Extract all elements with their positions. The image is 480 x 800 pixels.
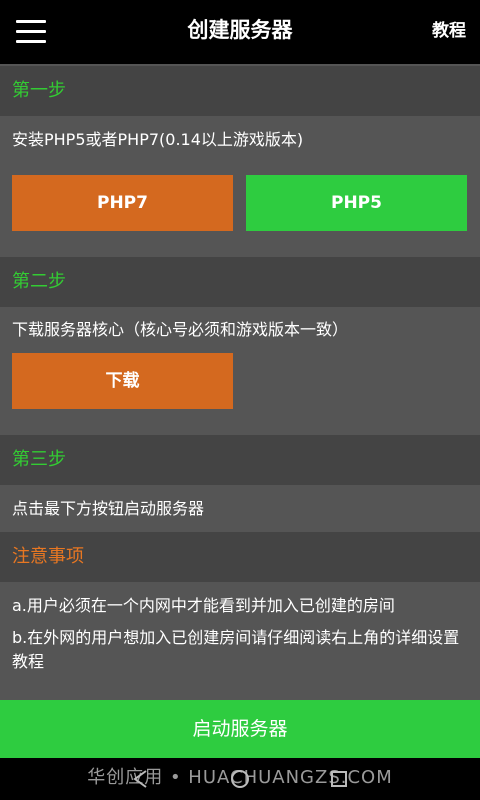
tutorial-button[interactable]: 教程	[432, 0, 466, 64]
page-title: 创建服务器	[187, 18, 293, 42]
step2-heading: 第二步	[0, 257, 480, 307]
recent-apps-icon[interactable]	[328, 768, 350, 790]
notes-item-b: b.在外网的用户想加入已创建房间请仔细阅读右上角的详细设置教程	[12, 628, 460, 671]
step3-description: 点击最下方按钮启动服务器	[12, 499, 205, 518]
start-server-button[interactable]: 启动服务器	[0, 700, 480, 758]
notes-item-a: a.用户必须在一个内网中才能看到并加入已创建的房间	[12, 596, 395, 615]
php5-button[interactable]: PHP5	[246, 175, 467, 231]
php7-button[interactable]: PHP7	[12, 175, 233, 231]
step1-heading: 第一步	[0, 66, 480, 116]
back-icon[interactable]	[130, 768, 152, 790]
step1-description: 安装PHP5或者PHP7(0.14以上游戏版本)	[12, 130, 304, 149]
step3-heading: 第三步	[0, 435, 480, 485]
app-header: 创建服务器 教程	[0, 0, 480, 64]
step2-description: 下载服务器核心（核心号必须和游戏版本一致）	[12, 320, 349, 339]
notes-heading: 注意事项	[0, 532, 480, 582]
system-nav-bar: 华创应用 • HUACHUANGZS.COM	[0, 758, 480, 800]
home-icon[interactable]	[229, 768, 251, 790]
download-button[interactable]: 下载	[12, 353, 233, 409]
